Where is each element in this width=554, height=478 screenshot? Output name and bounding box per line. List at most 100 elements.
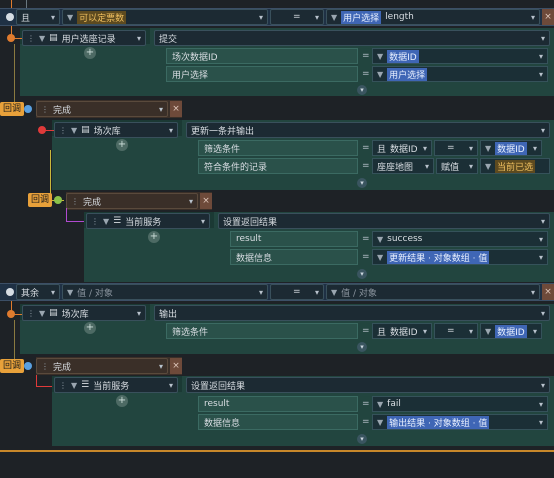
collapse-icon[interactable]: ▾ bbox=[357, 342, 367, 352]
equals-sign: = bbox=[362, 161, 370, 171]
param-value-select[interactable]: ▼ fail ▾ bbox=[372, 396, 548, 412]
target-select[interactable]: ⋮ ▼ ☰ 当前服务 ▾ bbox=[54, 377, 178, 393]
chevron-down-icon: ▾ bbox=[424, 161, 429, 171]
logic-operator-select[interactable]: 且 数据ID ▾ bbox=[372, 323, 432, 339]
chevron-down-icon: ▾ bbox=[540, 33, 545, 43]
param-value: 数据ID bbox=[495, 141, 527, 155]
add-icon[interactable]: + bbox=[116, 139, 128, 151]
param-value: 输出结果 · 对象数组 · 值 bbox=[387, 415, 490, 429]
param-value-select[interactable]: ▼ 数据ID ▾ bbox=[480, 140, 542, 156]
logic-operator-select[interactable]: 且 ▾ bbox=[16, 9, 60, 25]
compare-operator-select[interactable]: = ▾ bbox=[434, 140, 478, 156]
chevron-down-icon: ▾ bbox=[188, 196, 193, 206]
compare-operator-select[interactable]: = ▾ bbox=[270, 9, 324, 25]
condition-value-select[interactable]: ▼ 用户选择 length ▾ bbox=[326, 9, 540, 25]
logic-operator-label: 且 bbox=[21, 13, 31, 24]
target-label: 场次库 bbox=[93, 126, 121, 137]
function-icon: ▼ bbox=[103, 216, 110, 226]
section-divider bbox=[0, 450, 554, 452]
add-icon[interactable]: + bbox=[84, 322, 96, 334]
close-icon[interactable]: × bbox=[542, 284, 554, 300]
param-name: 筛选条件 bbox=[172, 327, 209, 338]
param-value-select[interactable]: ▼ success ▾ bbox=[372, 231, 548, 247]
param-label: 数据信息 bbox=[230, 249, 358, 265]
param-value-select[interactable]: ▼ 数据ID ▾ bbox=[372, 48, 548, 64]
else-subject-select[interactable]: ▼ 值 / 对象 ▾ bbox=[62, 284, 268, 300]
collapse-icon[interactable]: ▾ bbox=[357, 85, 367, 95]
close-icon[interactable]: × bbox=[200, 193, 212, 209]
chevron-down-icon: ▾ bbox=[538, 234, 543, 244]
action-select[interactable]: 设置返回结果 ▾ bbox=[186, 377, 550, 393]
param-value-select[interactable]: ▼ 数据ID ▾ bbox=[480, 323, 542, 339]
param-value-select[interactable]: ▼ 更新结果 · 对象数组 · 值 ▾ bbox=[372, 249, 548, 265]
add-icon[interactable]: + bbox=[148, 231, 160, 243]
callback-select[interactable]: ⋮ 完成 ▾ bbox=[36, 101, 168, 117]
param-name: 筛选条件 bbox=[204, 144, 241, 155]
param-name: 符合条件的记录 bbox=[204, 162, 268, 173]
callback-label: 完成 bbox=[83, 197, 102, 208]
chevron-down-icon: ▾ bbox=[532, 326, 537, 336]
chevron-down-icon: ▾ bbox=[530, 12, 535, 22]
action-select[interactable]: 提交 ▾ bbox=[154, 30, 550, 46]
compare-operator-select[interactable]: = ▾ bbox=[434, 323, 478, 339]
mode-select[interactable]: 赋值 ▾ bbox=[436, 158, 478, 174]
param-name: 数据信息 bbox=[204, 418, 241, 429]
add-icon[interactable]: + bbox=[84, 47, 96, 59]
else-select[interactable]: 其余 ▾ bbox=[16, 284, 60, 300]
condition-subject-select[interactable]: ▼ 可以定票数 ▾ bbox=[62, 9, 268, 25]
param-label: 用户选择 bbox=[166, 66, 358, 82]
node-port[interactable] bbox=[24, 105, 32, 113]
close-icon[interactable]: × bbox=[542, 9, 554, 25]
param-value: success bbox=[387, 234, 423, 244]
add-icon[interactable]: + bbox=[116, 395, 128, 407]
action-select[interactable]: 输出 ▾ bbox=[154, 305, 550, 321]
target-select[interactable]: ⋮ ▼ ▤ 场次库 ▾ bbox=[54, 122, 178, 138]
collapse-icon[interactable]: ▾ bbox=[357, 269, 367, 279]
compare-operator-select[interactable]: = ▾ bbox=[270, 284, 324, 300]
service-icon: ☰ bbox=[81, 380, 90, 390]
callback-badge: 回调 bbox=[0, 102, 25, 116]
equals-sign: = bbox=[362, 399, 370, 409]
drag-handle-icon: ⋮ bbox=[71, 196, 79, 206]
action-select[interactable]: 更新一条并输出 ▾ bbox=[186, 122, 550, 138]
equals-sign: = bbox=[362, 417, 370, 427]
else-value-select[interactable]: ▼ 值 / 对象 ▾ bbox=[326, 284, 540, 300]
compare-operator-label: = bbox=[293, 287, 301, 297]
action-label: 提交 bbox=[159, 34, 178, 45]
param-value-select[interactable]: ▼ 用户选择 ▾ bbox=[372, 66, 548, 82]
node-port[interactable] bbox=[6, 13, 14, 21]
else-label: 其余 bbox=[21, 288, 40, 299]
chevron-down-icon: ▾ bbox=[468, 326, 473, 336]
placeholder-text: 值 / 对象 bbox=[341, 288, 377, 299]
param-value: 当前已选 bbox=[495, 159, 536, 173]
close-icon[interactable]: × bbox=[170, 101, 182, 117]
callback-select[interactable]: ⋮ 完成 ▾ bbox=[36, 358, 168, 374]
flow-connector bbox=[66, 221, 84, 222]
param-value-select[interactable]: ▼ 输出结果 · 对象数组 · 值 ▾ bbox=[372, 414, 548, 430]
param-label: 筛选条件 bbox=[198, 140, 358, 156]
function-icon: ▼ bbox=[39, 308, 46, 318]
target-select[interactable]: ⋮ ▼ ☰ 当前服务 ▾ bbox=[86, 213, 210, 229]
node-port[interactable] bbox=[6, 288, 14, 296]
param-value-select[interactable]: ▼ 当前已选 bbox=[480, 158, 550, 174]
target-select[interactable]: ⋮ ▼ ▤ 用户选座记录 ▾ bbox=[22, 30, 146, 46]
close-icon[interactable]: × bbox=[170, 358, 182, 374]
target-label: 当前服务 bbox=[93, 381, 130, 392]
table-icon: ▤ bbox=[49, 33, 58, 43]
param-name: 用户选择 bbox=[172, 70, 209, 81]
source-select[interactable]: 座座地图 ▾ bbox=[372, 158, 434, 174]
node-port[interactable] bbox=[24, 362, 32, 370]
logic-operator-label: 且 bbox=[377, 144, 387, 155]
node-port[interactable] bbox=[54, 196, 62, 204]
callback-select[interactable]: ⋮ 完成 ▾ bbox=[66, 193, 198, 209]
collapse-icon[interactable]: ▾ bbox=[357, 178, 367, 188]
logic-operator-select[interactable]: 且 数据ID ▾ bbox=[372, 140, 432, 156]
chevron-down-icon: ▾ bbox=[538, 399, 543, 409]
collapse-icon[interactable]: ▾ bbox=[357, 434, 367, 444]
source-label: 座座地图 bbox=[377, 162, 414, 173]
function-icon: ▼ bbox=[71, 380, 78, 390]
action-select[interactable]: 设置返回结果 ▾ bbox=[218, 213, 550, 229]
function-name: length bbox=[385, 12, 414, 22]
chevron-down-icon: ▾ bbox=[538, 417, 543, 427]
target-select[interactable]: ⋮ ▼ ▤ 场次库 ▾ bbox=[22, 305, 146, 321]
